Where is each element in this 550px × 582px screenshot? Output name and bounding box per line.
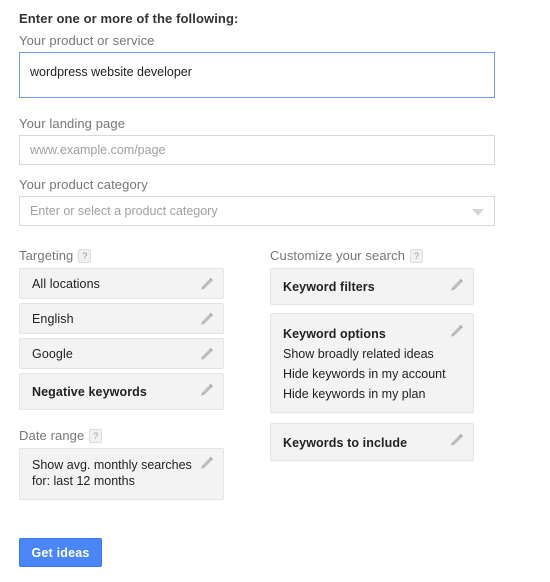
edit-pencil-icon[interactable]: [199, 346, 215, 362]
landing-page-input[interactable]: [19, 135, 495, 165]
form-heading: Enter one or more of the following:: [19, 11, 239, 26]
customize-card-title: Keyword filters: [283, 280, 375, 294]
customize-heading: Customize your search?: [270, 248, 424, 263]
date-range-line-2: for: last 12 months: [32, 474, 135, 488]
targeting-card-search-network[interactable]: Google: [19, 338, 224, 369]
customize-card-keyword-options[interactable]: Keyword options Show broadly related ide…: [270, 313, 474, 413]
chevron-down-icon: [472, 209, 484, 216]
customize-card-title: Keyword options: [283, 327, 386, 341]
targeting-heading: Targeting?: [19, 248, 92, 263]
product-service-input[interactable]: wordpress website developer: [19, 52, 495, 98]
keyword-option-line: Hide keywords in my account: [283, 367, 446, 381]
date-range-line-1: Show avg. monthly searches: [32, 458, 192, 472]
targeting-card-title: Google: [32, 347, 73, 361]
edit-pencil-icon[interactable]: [199, 382, 215, 398]
date-range-heading: Date range?: [19, 428, 103, 443]
targeting-card-language[interactable]: English: [19, 303, 224, 334]
edit-pencil-icon[interactable]: [199, 311, 215, 327]
edit-pencil-icon[interactable]: [199, 276, 215, 292]
customize-heading-label: Customize your search: [270, 248, 406, 263]
customize-card-title: Keywords to include: [283, 436, 408, 450]
keyword-option-line: Hide keywords in my plan: [283, 387, 426, 401]
help-icon[interactable]: ?: [410, 249, 424, 263]
help-icon[interactable]: ?: [89, 429, 103, 443]
product-category-label: Your product category: [19, 177, 148, 192]
customize-card-keyword-filters[interactable]: Keyword filters: [270, 268, 474, 305]
product-category-placeholder: Enter or select a product category: [30, 204, 218, 218]
date-range-card[interactable]: Show avg. monthly searches for: last 12 …: [19, 448, 224, 500]
edit-pencil-icon[interactable]: [449, 277, 465, 293]
edit-pencil-icon[interactable]: [199, 455, 215, 471]
keyword-option-line: Show broadly related ideas: [283, 347, 434, 361]
date-range-heading-label: Date range: [19, 428, 85, 443]
help-icon[interactable]: ?: [78, 249, 92, 263]
edit-pencil-icon[interactable]: [449, 323, 465, 339]
targeting-card-all-locations[interactable]: All locations: [19, 268, 224, 299]
targeting-heading-label: Targeting: [19, 248, 74, 263]
customize-card-keywords-to-include[interactable]: Keywords to include: [270, 423, 474, 461]
get-ideas-button[interactable]: Get ideas: [19, 538, 102, 567]
targeting-card-title: English: [32, 312, 74, 326]
landing-page-label: Your landing page: [19, 116, 126, 131]
edit-pencil-icon[interactable]: [449, 432, 465, 448]
keyword-planner-form: Enter one or more of the following: Your…: [0, 0, 550, 582]
targeting-card-negative-keywords[interactable]: Negative keywords: [19, 373, 224, 410]
targeting-card-title: Negative keywords: [32, 385, 147, 399]
product-service-label: Your product or service: [19, 33, 155, 48]
targeting-card-title: All locations: [32, 277, 100, 291]
product-category-select[interactable]: Enter or select a product category: [19, 196, 495, 226]
